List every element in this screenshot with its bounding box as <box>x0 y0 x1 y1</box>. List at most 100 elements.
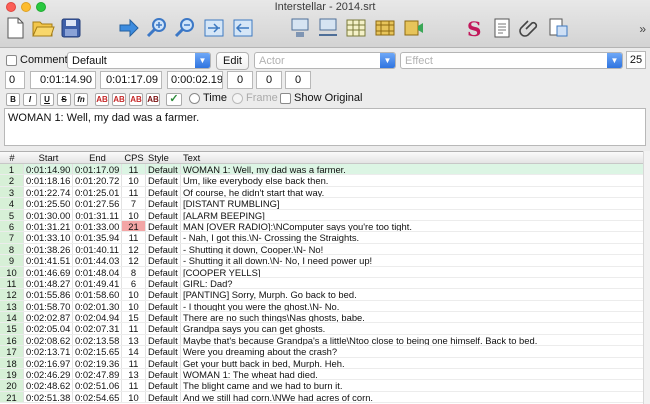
table-row[interactable]: 17 0:02:13.71 0:02:15.65 14 Default Were you … <box>0 346 643 358</box>
cell-cps: 12 <box>122 243 146 255</box>
layer-index-field[interactable]: 0 <box>5 71 25 89</box>
edit-style-button[interactable]: Edit <box>216 52 249 70</box>
frame-radio[interactable] <box>232 93 243 104</box>
table-row[interactable]: 10 0:01:46.69 0:01:48.04 8 Default [COOPER YE… <box>0 266 643 278</box>
cell-cps: 13 <box>122 369 146 380</box>
italic-button[interactable]: I <box>23 93 37 106</box>
header-text[interactable]: Text <box>181 152 643 163</box>
cell-style: Default <box>146 346 181 357</box>
grid-scrollbar[interactable] <box>643 151 650 404</box>
effect-select[interactable]: Effect ▼ <box>400 52 623 69</box>
end-time-field[interactable]: 0:01:17.09 <box>100 71 162 89</box>
cell-num: 18 <box>0 357 24 369</box>
cell-cps: 10 <box>122 209 146 220</box>
table-row[interactable]: 1 0:01:14.90 0:01:17.09 11 Default WOMAN 1: W… <box>0 164 643 176</box>
table-row[interactable]: 18 0:02:16.97 0:02:19.36 11 Default Get your … <box>0 357 643 370</box>
cell-end: 0:02:51.06 <box>73 380 122 391</box>
subtitle-text-editor[interactable]: WOMAN 1: Well, my dad was a farmer. <box>4 108 646 146</box>
cell-num: 17 <box>0 346 24 357</box>
table-row[interactable]: 6 0:01:31.21 0:01:33.00 21 Default MAN [OVER … <box>0 220 643 233</box>
new-file-icon <box>7 17 24 39</box>
toolbar-overflow-button[interactable]: » <box>639 22 646 36</box>
cell-start: 0:01:22.74 <box>24 186 73 198</box>
cell-num: 21 <box>0 391 24 403</box>
spellcheck-button[interactable]: S <box>461 15 487 41</box>
margin-right-field[interactable]: 0 <box>256 71 282 89</box>
duration-field[interactable]: 0:00:02.19 <box>167 71 223 89</box>
style-select[interactable]: Default ▼ <box>67 52 211 69</box>
attachments-button[interactable] <box>517 15 543 41</box>
cell-cps: 14 <box>122 346 146 357</box>
primary-color-button[interactable]: AB <box>95 93 109 106</box>
start-time-field[interactable]: 0:01:14.90 <box>30 71 96 89</box>
comment-checkbox[interactable] <box>6 55 17 66</box>
table-row[interactable]: 4 0:01:25.50 0:01:27.56 7 Default [DISTANT RU… <box>0 198 643 210</box>
shadow-color-button[interactable]: AB <box>146 93 160 106</box>
font-button[interactable]: fn <box>74 93 88 106</box>
save-button[interactable] <box>58 15 84 41</box>
table-row[interactable]: 13 0:01:58.70 0:02:01.30 10 Default - I thoug… <box>0 300 643 313</box>
table-row[interactable]: 5 0:01:30.00 0:01:31.11 10 Default [ALARM BEE… <box>0 209 643 221</box>
cell-style: Default <box>146 220 181 232</box>
layer-field[interactable]: 25 <box>626 51 646 69</box>
cell-style: Default <box>146 266 181 277</box>
snap-frame-button[interactable] <box>201 15 227 41</box>
header-start[interactable]: Start <box>24 152 73 163</box>
strikeout-button[interactable]: S <box>57 93 71 106</box>
film-view-button[interactable] <box>372 15 398 41</box>
header-style[interactable]: Style <box>146 152 181 163</box>
table-row[interactable]: 3 0:01:22.74 0:01:25.01 11 Default Of course,… <box>0 186 643 199</box>
secondary-color-button[interactable]: AB <box>112 93 126 106</box>
header-num[interactable]: # <box>0 152 24 163</box>
cell-text: And we still had corn.\NWe had acres of … <box>183 391 374 403</box>
zoom-out-button[interactable] <box>172 15 198 41</box>
cell-style: Default <box>146 391 181 403</box>
table-row[interactable]: 2 0:01:18.16 0:01:20.72 10 Default Um, like e… <box>0 175 643 187</box>
margin-left-field[interactable]: 0 <box>227 71 253 89</box>
jump-to-button[interactable] <box>116 15 142 41</box>
cell-num: 5 <box>0 209 24 220</box>
outline-color-button[interactable]: AB <box>129 93 143 106</box>
video-view-button[interactable] <box>401 15 427 41</box>
bold-button[interactable]: B <box>6 93 20 106</box>
cell-cps: 10 <box>122 300 146 312</box>
table-row[interactable]: 7 0:01:33.10 0:01:35.94 11 Default - Nah, I g… <box>0 232 643 244</box>
table-row[interactable]: 14 0:02:02.87 0:02:04.94 15 Default There are… <box>0 312 643 324</box>
zoom-in-button[interactable] <box>144 15 170 41</box>
table-row[interactable]: 9 0:01:41.51 0:01:44.03 12 Default - Shutting… <box>0 255 643 267</box>
cell-text: GIRL: Dad? <box>183 277 233 289</box>
cell-start: 0:01:55.86 <box>24 289 73 300</box>
show-original-checkbox[interactable] <box>280 93 291 104</box>
table-row[interactable]: 11 0:01:48.27 0:01:49.41 6 Default GIRL: Dad? <box>0 277 643 290</box>
notes-button[interactable] <box>489 15 515 41</box>
export-button[interactable] <box>545 15 571 41</box>
cell-end: 0:01:20.72 <box>73 175 122 186</box>
new-file-button[interactable] <box>2 15 28 41</box>
cell-num: 6 <box>0 220 24 232</box>
timing-button[interactable] <box>230 15 256 41</box>
table-row[interactable]: 20 0:02:48.62 0:02:51.06 11 Default The bligh… <box>0 380 643 392</box>
commit-button[interactable]: ✓ <box>166 93 182 106</box>
table-row[interactable]: 15 0:02:05.04 0:02:07.31 11 Default Grandpa s… <box>0 323 643 335</box>
cell-end: 0:01:17.09 <box>73 164 122 175</box>
header-end[interactable]: End <box>73 152 122 163</box>
table-row[interactable]: 21 0:02:51.38 0:02:54.65 10 Default And we st… <box>0 391 643 404</box>
table-row[interactable]: 12 0:01:55.86 0:01:58.60 10 Default [PANTING]… <box>0 289 643 301</box>
cell-start: 0:01:30.00 <box>24 209 73 220</box>
grid-view-button[interactable] <box>343 15 369 41</box>
time-radio[interactable] <box>189 93 200 104</box>
table-row[interactable]: 19 0:02:46.29 0:02:47.89 13 Default WOMAN 1: … <box>0 369 643 381</box>
cell-text: Were you dreaming about the crash? <box>183 346 338 357</box>
cell-style: Default <box>146 232 181 243</box>
margin-vertical-field[interactable]: 0 <box>285 71 311 89</box>
waveform-button[interactable] <box>315 15 341 41</box>
table-row[interactable]: 8 0:01:38.26 0:01:40.11 12 Default - Shutting… <box>0 243 643 256</box>
open-file-button[interactable] <box>30 15 56 41</box>
cell-num: 7 <box>0 232 24 243</box>
underline-button[interactable]: U <box>40 93 54 106</box>
actor-select[interactable]: Actor ▼ <box>254 52 396 69</box>
table-row[interactable]: 16 0:02:08.62 0:02:13.58 13 Default Maybe tha… <box>0 334 643 347</box>
cell-cps: 6 <box>122 277 146 289</box>
header-cps[interactable]: CPS <box>122 152 146 163</box>
translate-button[interactable] <box>287 15 313 41</box>
